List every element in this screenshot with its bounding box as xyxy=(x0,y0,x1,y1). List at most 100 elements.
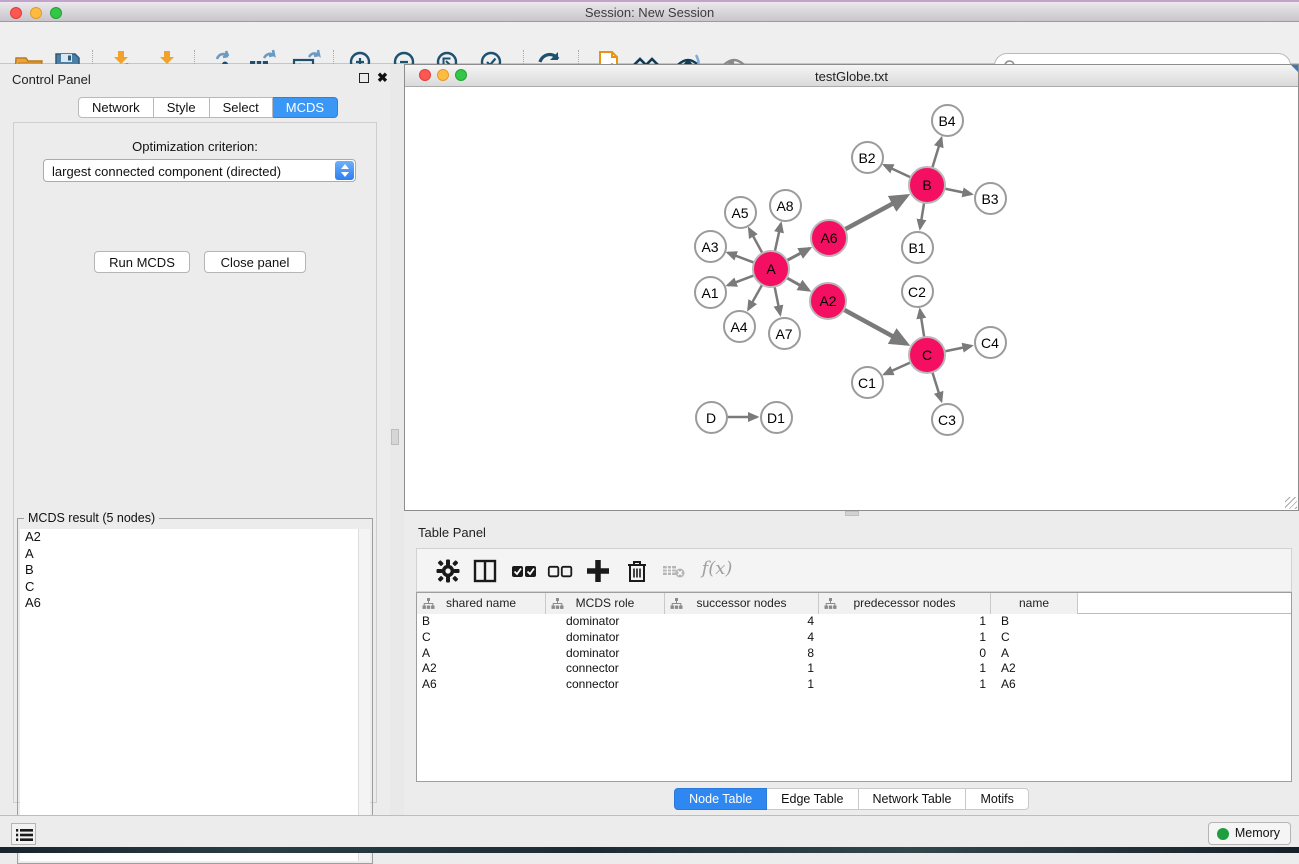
graph-node-A[interactable]: A xyxy=(752,250,790,288)
tab-style[interactable]: Style xyxy=(154,97,210,118)
tab-motifs[interactable]: Motifs xyxy=(966,788,1028,810)
table-cell: 4 xyxy=(665,630,819,646)
graph-node-C3[interactable]: C3 xyxy=(931,403,964,436)
graph-node-B[interactable]: B xyxy=(908,166,946,204)
splitter-handle[interactable] xyxy=(391,429,399,445)
graph-node-A3[interactable]: A3 xyxy=(694,230,727,263)
graph-node-B2[interactable]: B2 xyxy=(851,141,884,174)
table-cell: 1 xyxy=(665,677,819,693)
table-cell: 1 xyxy=(819,661,991,677)
graph-node-B3[interactable]: B3 xyxy=(974,182,1007,215)
table-tabs: Node TableEdge TableNetwork TableMotifs xyxy=(404,788,1299,810)
result-item[interactable]: A xyxy=(20,546,360,563)
graph-node-A2[interactable]: A2 xyxy=(809,282,847,320)
node-table[interactable]: shared nameMCDS rolesuccessor nodesprede… xyxy=(416,592,1292,782)
corner-mark-icon xyxy=(1291,65,1298,72)
result-item[interactable]: A6 xyxy=(20,595,360,612)
result-item[interactable]: B xyxy=(20,562,360,579)
delete-table-icon[interactable] xyxy=(661,558,687,584)
show-column-icon[interactable] xyxy=(472,558,498,584)
tab-edge-table[interactable]: Edge Table xyxy=(767,788,858,810)
table-cell: 0 xyxy=(819,646,991,662)
table-panel-title: Table Panel xyxy=(418,525,486,540)
table-cell: C xyxy=(417,630,546,646)
table-row[interactable]: Adominator80A xyxy=(417,646,1291,662)
graph-node-A1[interactable]: A1 xyxy=(694,276,727,309)
graph-node-B1[interactable]: B1 xyxy=(901,231,934,264)
mcds-result-group: MCDS result (5 nodes) A2ABCA6 xyxy=(17,518,373,864)
memory-status-icon xyxy=(1217,828,1229,840)
table-cell: A6 xyxy=(991,677,1078,693)
criterion-select[interactable]: largest connected component (directed) xyxy=(43,159,356,182)
memory-button[interactable]: Memory xyxy=(1208,822,1291,845)
graph-node-A8[interactable]: A8 xyxy=(769,189,802,222)
task-history-button[interactable] xyxy=(11,823,36,845)
desktop-background xyxy=(0,847,1299,853)
graph-node-D[interactable]: D xyxy=(695,401,728,434)
tab-mcds[interactable]: MCDS xyxy=(273,97,338,118)
table-row[interactable]: Cdominator41C xyxy=(417,630,1291,646)
graph-node-A5[interactable]: A5 xyxy=(724,196,757,229)
table-cell: 1 xyxy=(819,677,991,693)
table-body: Bdominator41BCdominator41CAdominator80AA… xyxy=(417,614,1291,693)
table-row[interactable]: A2connector11A2 xyxy=(417,661,1291,677)
table-cell: 1 xyxy=(819,630,991,646)
table-cell: B xyxy=(991,614,1078,630)
graph-node-A4[interactable]: A4 xyxy=(723,310,756,343)
select-stepper-icon xyxy=(335,161,354,180)
table-cell: dominator xyxy=(546,614,665,630)
resize-grip-icon[interactable] xyxy=(1285,497,1297,509)
tab-network-table[interactable]: Network Table xyxy=(859,788,967,810)
run-mcds-button[interactable]: Run MCDS xyxy=(94,251,190,273)
status-bar: Memory xyxy=(0,815,1299,847)
table-cell: A xyxy=(991,646,1078,662)
close-icon[interactable]: ✖ xyxy=(377,73,388,83)
session-title: Session: New Session xyxy=(0,5,1299,20)
control-panel: Control Panel ✖ NetworkStyleSelectMCDS O… xyxy=(0,64,390,815)
mcds-panel: Optimization criterion: largest connecte… xyxy=(13,122,377,803)
graph-node-C[interactable]: C xyxy=(908,336,946,374)
table-cell: 8 xyxy=(665,646,819,662)
float-icon[interactable] xyxy=(359,73,369,83)
table-cell: 1 xyxy=(819,614,991,630)
result-scrollbar[interactable] xyxy=(358,529,370,861)
table-row[interactable]: A6connector11A6 xyxy=(417,677,1291,693)
graph-node-A7[interactable]: A7 xyxy=(768,317,801,350)
optimization-criterion-label: Optimization criterion: xyxy=(14,139,376,154)
table-cell: A2 xyxy=(991,661,1078,677)
column-header-MCDS-role[interactable]: MCDS role xyxy=(546,593,665,614)
add-row-icon[interactable] xyxy=(585,558,611,584)
deselect-all-icon[interactable] xyxy=(547,558,573,584)
column-header-predecessor-nodes[interactable]: predecessor nodes xyxy=(819,593,991,614)
column-header-successor-nodes[interactable]: successor nodes xyxy=(665,593,819,614)
network-canvas[interactable]: A A1 A2 A3 A4 A5 A6 A7 A8 B B1 B2 B3 B4 C C1 C2 C3 C4 D D1 xyxy=(405,87,1298,510)
table-header-row: shared nameMCDS rolesuccessor nodesprede… xyxy=(417,593,1291,614)
task-history-icon xyxy=(13,825,36,845)
table-options-icon[interactable] xyxy=(435,558,461,584)
graph-node-C4[interactable]: C4 xyxy=(974,326,1007,359)
control-panel-header: Control Panel ✖ xyxy=(0,64,390,94)
graph-node-D1[interactable]: D1 xyxy=(760,401,793,434)
mcds-result-list[interactable]: A2ABCA6 xyxy=(20,529,360,861)
tab-node-table[interactable]: Node Table xyxy=(674,788,767,810)
result-item[interactable]: C xyxy=(20,579,360,596)
graph-node-C2[interactable]: C2 xyxy=(901,275,934,308)
main-toolbar xyxy=(0,22,1299,64)
tab-network[interactable]: Network xyxy=(78,97,154,118)
memory-label: Memory xyxy=(1235,826,1280,840)
delete-row-icon[interactable] xyxy=(624,558,650,584)
graph-node-C1[interactable]: C1 xyxy=(851,366,884,399)
mcds-result-title: MCDS result (5 nodes) xyxy=(24,511,159,525)
graph-node-A6[interactable]: A6 xyxy=(810,219,848,257)
column-header-shared-name[interactable]: shared name xyxy=(417,593,546,614)
select-all-icon[interactable] xyxy=(511,558,537,584)
column-header-name[interactable]: name xyxy=(991,593,1078,614)
graph-node-B4[interactable]: B4 xyxy=(931,104,964,137)
table-toolbar: f(x) xyxy=(416,548,1292,592)
tab-select[interactable]: Select xyxy=(210,97,273,118)
close-panel-button[interactable]: Close panel xyxy=(204,251,306,273)
result-item[interactable]: A2 xyxy=(20,529,360,546)
function-builder-icon[interactable]: f(x) xyxy=(695,558,739,584)
panel-splitter[interactable] xyxy=(390,64,404,815)
table-row[interactable]: Bdominator41B xyxy=(417,614,1291,630)
